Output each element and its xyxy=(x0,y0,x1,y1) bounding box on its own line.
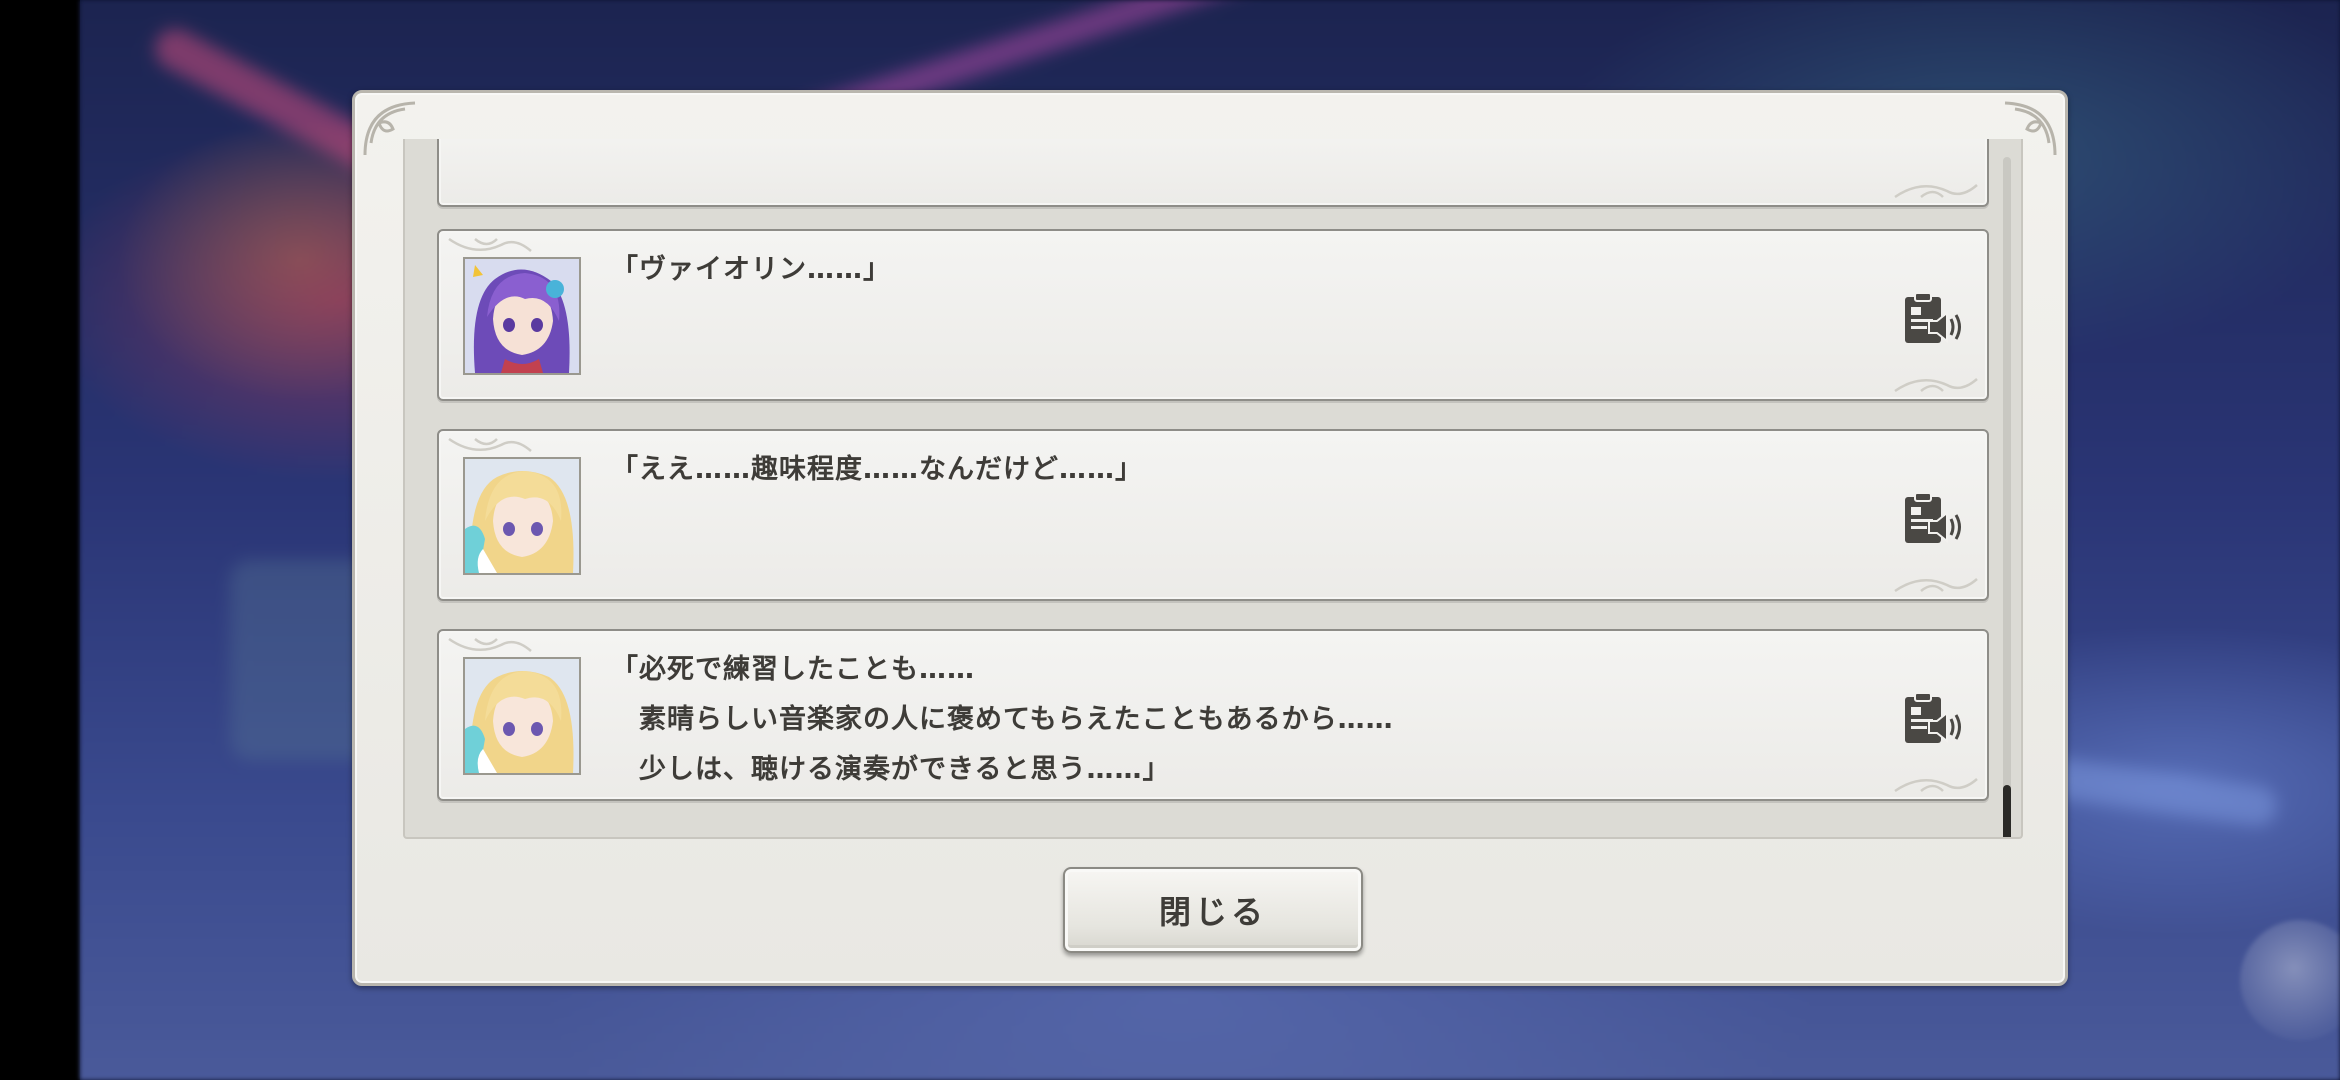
log-entry: 「ヴァイオリン……」 xyxy=(437,229,1989,401)
flourish-decoration xyxy=(1894,578,1978,593)
voice-replay-icon xyxy=(1905,292,1961,344)
log-entry-partial xyxy=(437,139,1989,207)
scrollbar-track[interactable] xyxy=(2003,157,2011,817)
scrollbar-thumb[interactable] xyxy=(2003,785,2011,837)
flourish-decoration xyxy=(448,637,532,652)
close-button-label: 閉じる xyxy=(1158,893,1267,931)
flourish-decoration xyxy=(1894,378,1978,393)
log-entry: 「必死で練習したことも…… 素晴らしい音楽家の人に褒めてもらえたこともあるから…… xyxy=(437,629,1989,801)
dialogue-line: 少しは、聴ける演奏ができると思う……」 xyxy=(611,754,1171,785)
log-entry: 「ええ……趣味程度……なんだけど……」 xyxy=(437,429,1989,601)
purple-haired-girl-avatar xyxy=(463,257,581,375)
blonde-girl-avatar xyxy=(463,457,581,575)
dialogue-line: 「ええ……趣味程度……なんだけど……」 xyxy=(611,454,1143,485)
close-button[interactable]: 閉じる xyxy=(1063,867,1363,953)
voice-replay-icon xyxy=(1905,492,1961,544)
voice-replay-button[interactable] xyxy=(1903,291,1965,347)
flourish-decoration xyxy=(448,237,532,252)
backlog-dialog: 「ヴァイオリン……」 「ええ……趣味程度……なんだけど……」 「必死で練習したこ… xyxy=(352,90,2068,986)
voice-replay-icon xyxy=(1905,692,1961,744)
dialogue-line: 「ヴァイオリン……」 xyxy=(611,254,891,285)
flourish-decoration xyxy=(1894,778,1978,793)
backlog-list[interactable]: 「ヴァイオリン……」 「ええ……趣味程度……なんだけど……」 「必死で練習したこ… xyxy=(403,139,2023,839)
left-black-bar xyxy=(0,0,80,1080)
bubble-decoration xyxy=(2240,920,2340,1040)
dialogue-line: 素晴らしい音楽家の人に褒めてもらえたこともあるから…… xyxy=(611,704,1394,735)
voice-replay-button[interactable] xyxy=(1903,491,1965,547)
flourish-decoration xyxy=(448,437,532,452)
voice-replay-button[interactable] xyxy=(1903,691,1965,747)
flourish-decoration xyxy=(1894,184,1978,199)
dialogue-line: 「必死で練習したことも…… xyxy=(611,654,975,685)
blonde-girl-avatar xyxy=(463,657,581,775)
